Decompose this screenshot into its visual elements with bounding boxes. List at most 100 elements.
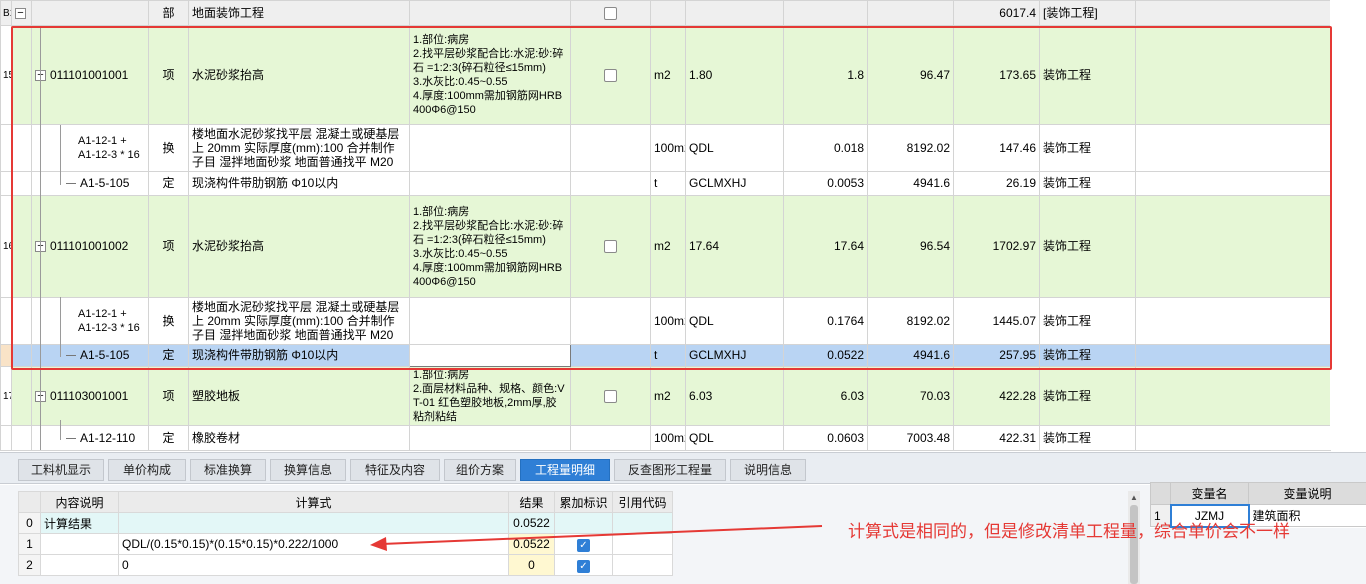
tree-guide-line <box>60 125 61 185</box>
row-total: 147.46 <box>953 124 1040 172</box>
row-checkbox[interactable] <box>604 240 617 254</box>
row-checkbox[interactable] <box>604 6 617 20</box>
row-code: 011101001002 <box>50 239 129 253</box>
row-total: 1702.97 <box>953 195 1040 298</box>
calc-row-index: 1 <box>18 533 41 555</box>
table-row[interactable]: B1 − 部 地面装饰工程 6017.4 [装饰工程] <box>0 0 1331 26</box>
collapse-icon[interactable]: − <box>15 7 26 19</box>
row-unit: 100m2 <box>650 124 686 172</box>
row-expr: QDL <box>685 124 784 172</box>
table-row[interactable]: 15 −011101001001 项 水泥砂浆抬高 1.部位:病房 2.找平层砂… <box>0 25 1331 125</box>
row-price: 8192.02 <box>867 297 954 345</box>
row-expr: GCLMXHJ <box>685 171 784 196</box>
row-code: A1-5-105 <box>80 348 130 362</box>
row-index: 16 <box>0 195 12 298</box>
row-unit: m2 <box>650 366 686 426</box>
row-total: 173.65 <box>953 25 1040 125</box>
row-total: 6017.4 <box>953 0 1040 26</box>
table-row[interactable]: A1-12-1 + A1-12-3 * 16 换 楼地面水泥砂浆找平层 混凝土或… <box>0 297 1331 345</box>
row-checkbox[interactable] <box>604 389 617 403</box>
table-row[interactable]: 16 −011101001002 项 水泥砂浆抬高 1.部位:病房 2.找平层砂… <box>0 195 1331 298</box>
quantity-grid: B1 − 部 地面装饰工程 6017.4 [装饰工程] 15 −01110100… <box>0 0 1331 451</box>
scroll-thumb[interactable] <box>1130 505 1138 584</box>
row-name: 地面装饰工程 <box>188 0 410 26</box>
row-type: 定 <box>148 344 189 367</box>
row-code <box>31 0 149 26</box>
tab-features[interactable]: 特征及内容 <box>350 459 440 481</box>
row-spec: 装饰工程 <box>1039 195 1136 298</box>
row-qty: 0.0522 <box>783 344 868 367</box>
row-desc: 1.部位:病房 2.找平层砂浆配合比:水泥:砂:碎石 =1:2:3(碎石粒径≤1… <box>409 195 571 298</box>
annotation-arrow <box>370 525 823 551</box>
row-total: 1445.07 <box>953 297 1040 345</box>
row-unit: 100m2 <box>650 297 686 345</box>
col-header: 累加标识 <box>554 491 613 513</box>
row-type: 项 <box>148 366 189 426</box>
detail-tabbar: 工料机显示 单价构成 标准换算 换算信息 特征及内容 组价方案 工程量明细 反查… <box>0 452 1366 484</box>
row-expr: 17.64 <box>685 195 784 298</box>
row-qty: 0.018 <box>783 124 868 172</box>
tab-quantity-detail[interactable]: 工程量明细 <box>520 459 610 481</box>
row-price: 96.54 <box>867 195 954 298</box>
row-qty: 6.03 <box>783 366 868 426</box>
tab-conversion-info[interactable]: 换算信息 <box>270 459 346 481</box>
row-unit: m2 <box>650 25 686 125</box>
table-row[interactable]: A1-5-105 定 现浇构件带肋钢筋 Φ10以内 t GCLMXHJ 0.00… <box>0 171 1331 196</box>
row-index: B1 <box>0 0 12 26</box>
tree-guide-line <box>60 420 61 440</box>
row-index: 15 <box>0 25 12 125</box>
row-code: A1-12-110 <box>80 430 136 445</box>
tab-pricing-plan[interactable]: 组价方案 <box>444 459 516 481</box>
row-expr: 6.03 <box>685 366 784 426</box>
table-row[interactable]: A1-12-110 定 橡胶卷材 100m2 QDL 0.0603 7003.4… <box>0 425 1331 451</box>
row-price: 70.03 <box>867 366 954 426</box>
row-qty: 0.1764 <box>783 297 868 345</box>
col-header: 变量名 <box>1170 482 1249 505</box>
row-price: 8192.02 <box>867 124 954 172</box>
row-total: 422.31 <box>953 425 1040 451</box>
row-total: 257.95 <box>953 344 1040 367</box>
table-row[interactable]: A1-12-1 + A1-12-3 * 16 换 楼地面水泥砂浆找平层 混凝土或… <box>0 124 1331 172</box>
row-spec: 装饰工程 <box>1039 297 1136 345</box>
tab-unit-price[interactable]: 单价构成 <box>108 459 186 481</box>
tab-standard-conversion[interactable]: 标准换算 <box>190 459 266 481</box>
row-qty: 17.64 <box>783 195 868 298</box>
row-expr: QDL <box>685 425 784 451</box>
row-spec: 装饰工程 <box>1039 124 1136 172</box>
scroll-up-icon[interactable]: ▲ <box>1130 493 1138 502</box>
tree-line-icon <box>66 437 76 439</box>
row-expr: QDL <box>685 297 784 345</box>
row-unit: m2 <box>650 195 686 298</box>
row-code: A1-5-105 <box>80 176 130 190</box>
row-code: A1-12-1 + A1-12-3 * 16 <box>31 297 149 345</box>
row-total: 422.28 <box>953 366 1040 426</box>
row-total: 26.19 <box>953 171 1040 196</box>
row-type: 定 <box>148 171 189 196</box>
row-qty: 1.8 <box>783 25 868 125</box>
tab-material-display[interactable]: 工料机显示 <box>18 459 104 481</box>
row-desc: 1.部位:病房 2.找平层砂浆配合比:水泥:砂:碎石 =1:2:3(碎石粒径≤1… <box>409 25 571 125</box>
calc-row-index: 2 <box>18 554 41 576</box>
row-checkbox[interactable] <box>604 68 617 82</box>
row-spec: 装饰工程 <box>1039 25 1136 125</box>
tree-line-icon <box>66 355 76 357</box>
table-row-selected[interactable]: A1-5-105 定 现浇构件带肋钢筋 Φ10以内 t GCLMXHJ 0.05… <box>0 344 1331 367</box>
row-qty: 0.0603 <box>783 425 868 451</box>
accumulate-checkbox-icon[interactable]: ✓ <box>577 559 590 573</box>
calc-desc[interactable]: 计算结果 <box>40 512 119 534</box>
row-desc-editor[interactable] <box>409 344 571 367</box>
row-price: 96.47 <box>867 25 954 125</box>
row-name: 水泥砂浆抬高 <box>188 195 410 298</box>
annotation-text: 计算式是相同的，但是修改清单工程量，综合单价会不一样 <box>848 522 1290 541</box>
row-type: 项 <box>148 195 189 298</box>
tab-description[interactable]: 说明信息 <box>730 459 806 481</box>
table-row[interactable]: 17 −011103001001 项 塑胶地板 1.部位:病房 2.面层材料品种… <box>0 366 1331 426</box>
row-expr <box>685 0 784 26</box>
row-price: 4941.6 <box>867 171 954 196</box>
row-price: 7003.48 <box>867 425 954 451</box>
calc-desc[interactable] <box>40 554 119 576</box>
col-header: 变量说明 <box>1248 482 1366 505</box>
tab-reverse-graphic-quantity[interactable]: 反查图形工程量 <box>614 459 726 481</box>
calc-desc[interactable] <box>40 533 119 555</box>
row-desc <box>409 0 571 26</box>
